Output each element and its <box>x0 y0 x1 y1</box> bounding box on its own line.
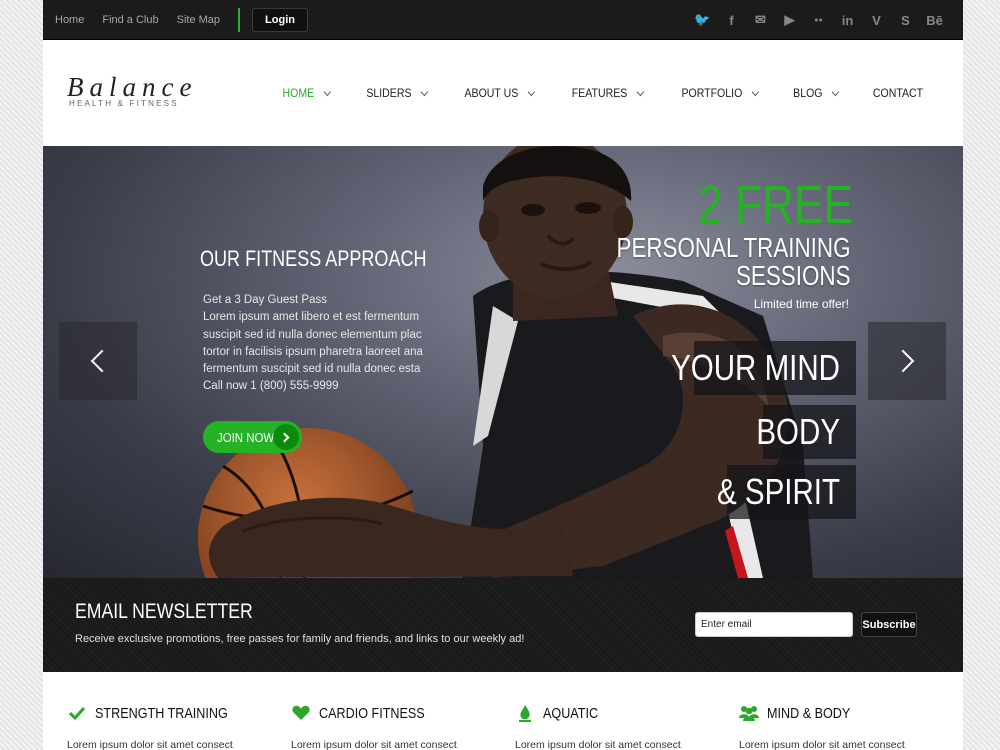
free-line-1: PERSONAL TRAINING <box>616 232 851 263</box>
approach-line: Lorem ipsum amet libero et est fermentum <box>203 311 420 324</box>
top-link-find-club[interactable]: Find a Club <box>102 14 158 26</box>
approach-line: Call now 1 (800) 555-9999 <box>203 380 339 393</box>
chevron-down-icon <box>752 87 760 96</box>
vimeo-icon[interactable]: V <box>862 13 891 28</box>
free-line-2: SESSIONS <box>736 260 851 291</box>
tagline-box-spirit: & SPIRIT <box>717 465 856 519</box>
feature-cardio: CARDIO FITNESS Lorem ipsum dolor sit ame… <box>291 704 501 750</box>
feature-title[interactable]: STRENGTH TRAINING <box>95 705 228 722</box>
nav-contact[interactable]: CONTACT <box>873 86 923 100</box>
tagline-box-body: BODY <box>756 405 856 459</box>
site-header: Balance HEALTH & FITNESS HOME SLIDERS AB… <box>43 40 963 146</box>
newsletter-section: EMAIL NEWSLETTER Receive exclusive promo… <box>43 578 963 672</box>
chevron-down-icon <box>637 87 645 96</box>
behance-icon[interactable]: Bē <box>920 13 949 28</box>
top-link-site-map[interactable]: Site Map <box>177 14 220 26</box>
top-bar: Home Find a Club Site Map Login 🐦 f ✉ ▶ … <box>43 0 963 40</box>
login-button[interactable]: Login <box>252 8 308 32</box>
feature-head: STRENGTH TRAINING <box>67 704 277 722</box>
checkmark-icon <box>67 704 87 722</box>
approach-line: Get a 3 Day Guest Pass <box>203 294 328 306</box>
chevron-down-icon <box>527 87 536 96</box>
feature-title[interactable]: AQUATIC <box>543 705 598 722</box>
feature-text: Lorem ipsum dolor sit amet consect <box>67 739 233 750</box>
mail-icon[interactable]: ✉ <box>746 12 775 28</box>
feature-title[interactable]: CARDIO FITNESS <box>319 705 425 722</box>
linkedin-icon[interactable]: in <box>833 13 862 28</box>
top-divider <box>238 8 241 32</box>
feature-title[interactable]: MIND & BODY <box>767 705 850 722</box>
feature-head: AQUATIC <box>515 704 725 722</box>
chevron-left-icon <box>90 349 114 373</box>
nav-about-label: ABOUT US <box>464 86 519 100</box>
nav-contact-label: CONTACT <box>872 86 923 100</box>
tagline-box-mind: YOUR MIND <box>671 341 856 395</box>
page: Home Find a Club Site Map Login 🐦 f ✉ ▶ … <box>43 0 963 750</box>
nav-features-label: FEATURES <box>572 86 628 100</box>
top-links: Home Find a Club Site Map Login <box>55 0 308 40</box>
email-input[interactable] <box>695 612 853 637</box>
chevron-right-icon <box>891 349 915 373</box>
chevron-down-icon <box>831 87 839 96</box>
nav-blog-label: BLOG <box>792 86 823 100</box>
nav-sliders-label: SLIDERS <box>366 86 412 100</box>
facebook-icon[interactable]: f <box>717 13 746 28</box>
subscribe-button[interactable]: Subscribe <box>861 612 917 637</box>
newsletter-title: EMAIL NEWSLETTER <box>75 600 253 623</box>
newsletter-text: Receive exclusive promotions, free passe… <box>75 633 525 645</box>
nav-features[interactable]: FEATURES <box>572 86 645 100</box>
logo-main: Balance <box>67 72 198 102</box>
arrow-right-icon <box>273 424 299 450</box>
water-drop-icon <box>515 704 535 722</box>
slider-next-button[interactable] <box>868 322 946 400</box>
nav-portfolio-label: PORTFOLIO <box>681 86 743 100</box>
chevron-down-icon <box>323 87 331 96</box>
tagline-spirit: & SPIRIT <box>716 471 840 512</box>
approach-line: tortor in facilisis ipsum pharetra laore… <box>203 345 423 358</box>
features-section: STRENGTH TRAINING Lorem ipsum dolor sit … <box>43 672 963 750</box>
feature-head: CARDIO FITNESS <box>291 704 501 722</box>
slider-prev-button[interactable] <box>59 322 137 400</box>
heart-icon <box>291 704 311 722</box>
nav-about-us[interactable]: ABOUT US <box>464 86 536 100</box>
feature-aquatic: AQUATIC Lorem ipsum dolor sit amet conse… <box>515 704 725 750</box>
main-nav: HOME SLIDERS ABOUT US FEATURES PORTFOLIO… <box>248 86 923 100</box>
flickr-icon[interactable]: ●● <box>804 17 833 24</box>
top-link-home[interactable]: Home <box>55 14 84 26</box>
feature-text: Lorem ipsum dolor sit amet consect <box>291 739 457 750</box>
free-subheadline: PERSONAL TRAINING SESSIONS <box>617 234 851 290</box>
youtube-icon[interactable]: ▶ <box>775 12 804 28</box>
skype-icon[interactable]: S <box>891 13 920 28</box>
feature-text: Lorem ipsum dolor sit amet consect <box>739 739 905 750</box>
tagline-body: BODY <box>756 411 840 452</box>
join-now-button[interactable]: JOIN NOW! <box>203 421 302 453</box>
approach-line: fermentum suscipit sed id nulla donec es… <box>203 363 421 376</box>
approach-text: Get a 3 Day Guest Pass Lorem ipsum amet … <box>203 292 433 396</box>
twitter-icon[interactable]: 🐦 <box>688 12 717 28</box>
free-note: Limited time offer! <box>753 297 849 311</box>
logo[interactable]: Balance HEALTH & FITNESS <box>67 72 198 109</box>
nav-blog[interactable]: BLOG <box>792 86 839 100</box>
join-now-label: JOIN NOW! <box>217 429 278 445</box>
feature-strength: STRENGTH TRAINING Lorem ipsum dolor sit … <box>67 704 277 750</box>
nav-portfolio[interactable]: PORTFOLIO <box>681 86 760 100</box>
nav-home[interactable]: HOME <box>282 86 331 100</box>
social-icons: 🐦 f ✉ ▶ ●● in V S Bē <box>688 0 949 40</box>
approach-title: OUR FITNESS APPROACH <box>200 246 427 271</box>
feature-head: MIND & BODY <box>739 704 949 722</box>
tagline-mind: YOUR MIND <box>671 347 840 388</box>
free-headline: 2 FREE <box>697 175 853 235</box>
chevron-down-icon <box>420 87 429 96</box>
feature-text: Lorem ipsum dolor sit amet consect <box>515 739 681 750</box>
nav-home-label: HOME <box>282 86 314 100</box>
feature-mind-body: MIND & BODY Lorem ipsum dolor sit amet c… <box>739 704 949 750</box>
nav-sliders[interactable]: SLIDERS <box>366 86 429 100</box>
approach-line: suscipit sed id nulla donec elementum pl… <box>203 328 422 341</box>
group-icon <box>739 704 759 722</box>
hero-slider: OUR FITNESS APPROACH Get a 3 Day Guest P… <box>43 146 963 578</box>
logo-sub: HEALTH & FITNESS <box>69 99 179 108</box>
